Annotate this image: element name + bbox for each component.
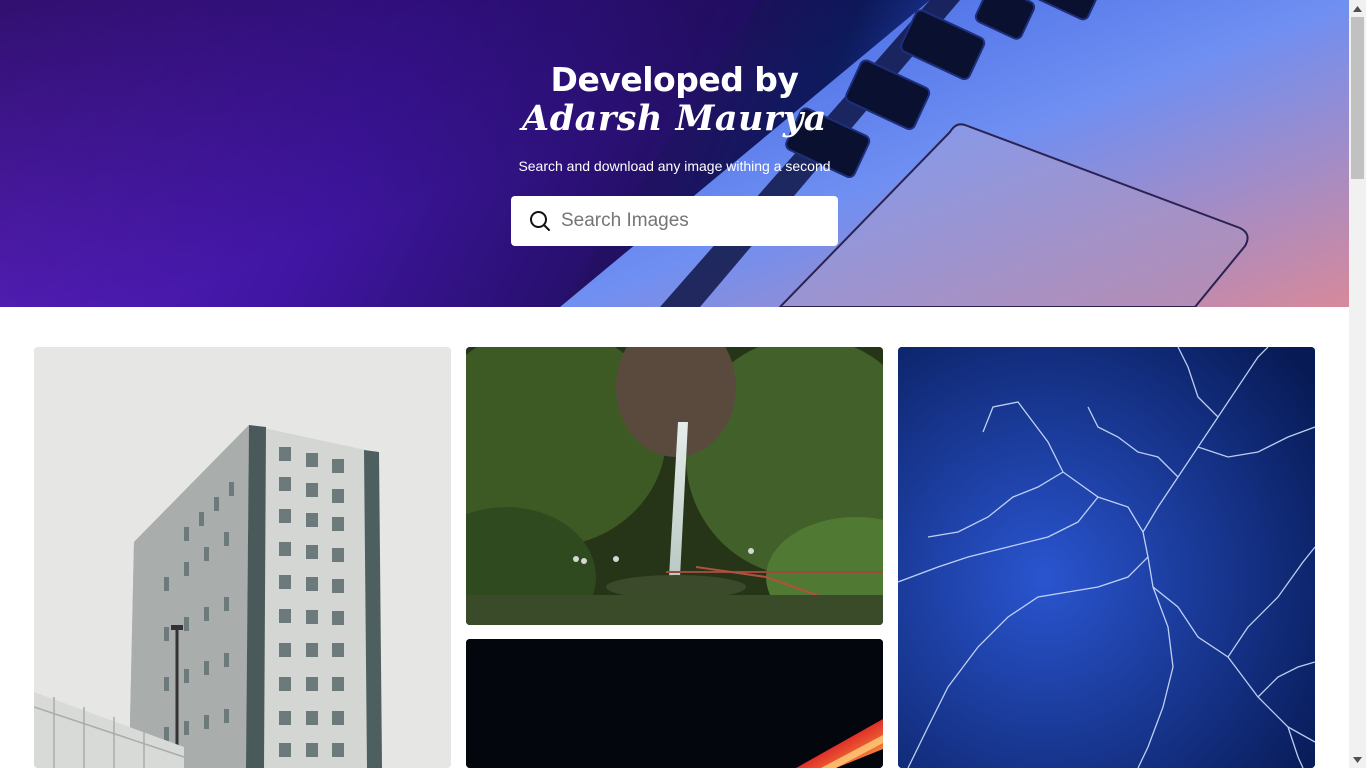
gallery-image-light-streak[interactable] [466,639,883,768]
scroll-up-arrow-icon[interactable] [1349,0,1366,17]
hero-banner: Developed by Adarsh Maurya Search and do… [0,0,1349,307]
scrollbar-thumb[interactable] [1351,17,1364,179]
scroll-down-arrow-icon[interactable] [1349,751,1366,768]
search-input[interactable] [553,196,838,246]
search-bar [511,196,838,246]
developer-name: Adarsh Maurya [522,98,827,139]
gallery-image-lightning[interactable] [898,347,1315,768]
search-icon[interactable] [511,196,553,246]
page: Developed by Adarsh Maurya Search and do… [0,0,1349,768]
hero-title: Developed by [550,60,799,99]
hero-subtitle: Search and download any image withing a … [518,158,831,174]
hero-content: Developed by Adarsh Maurya Search and do… [0,0,1349,307]
gallery-image-building[interactable] [34,347,451,768]
vertical-scrollbar[interactable] [1349,0,1366,768]
gallery-image-waterfall[interactable] [466,347,883,625]
